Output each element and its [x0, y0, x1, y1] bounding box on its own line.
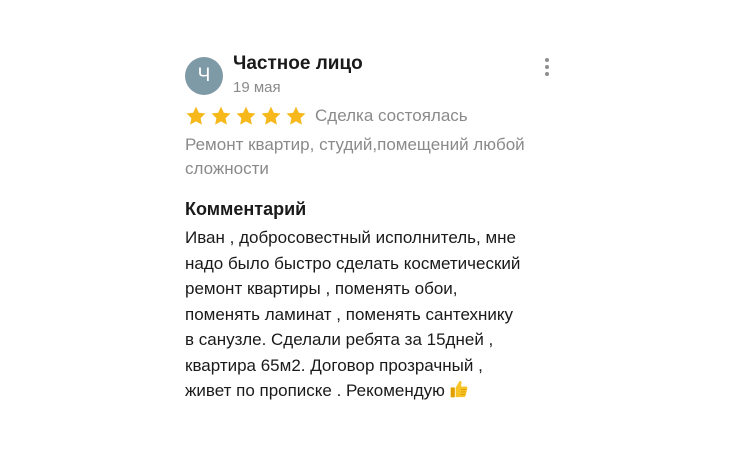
rating-row: Сделка состоялась	[185, 105, 468, 127]
comment-line: квартира 65м2. Договор прозрачный ,	[185, 355, 483, 375]
star-rating	[185, 105, 310, 127]
comment-line: надо было быстро сделать косметический	[185, 253, 521, 273]
author-name[interactable]: Частное лицо	[233, 53, 363, 75]
star-icon	[185, 105, 207, 127]
service-description: Ремонт квартир, студий,помещений любой с…	[185, 135, 525, 178]
deal-status: Сделка состоялась	[315, 106, 468, 125]
comment-title: Комментарий	[185, 199, 307, 219]
avatar[interactable]: Ч	[185, 57, 223, 95]
star-icon	[285, 105, 307, 127]
thumbs-up-icon	[449, 379, 469, 407]
review-card: Ч Частное лицо 19 мая Сделка состоялась …	[185, 50, 565, 400]
star-icon	[260, 105, 282, 127]
comment-line: Иван , добросовестный исполнитель, мне	[185, 228, 516, 247]
star-icon	[210, 105, 232, 127]
comment-line-last: живет по прописке . Рекомендую	[185, 378, 575, 407]
comment-line: ремонт квартиры , поменять обои,	[185, 279, 458, 298]
review-header: Ч Частное лицо 19 мая	[185, 50, 565, 98]
comment-line-text: живет по прописке . Рекомендую	[185, 381, 445, 400]
comment-line: в санузле. Сделали ребята за 15дней ,	[185, 330, 494, 349]
review-date: 19 мая	[233, 79, 281, 96]
star-icon	[235, 105, 257, 127]
more-options-icon[interactable]	[542, 58, 552, 78]
comment-line: поменять ламинат , поменять сантехнику	[185, 304, 514, 324]
comment-text: Иван , добросовестный исполнитель, мне н…	[185, 225, 575, 407]
